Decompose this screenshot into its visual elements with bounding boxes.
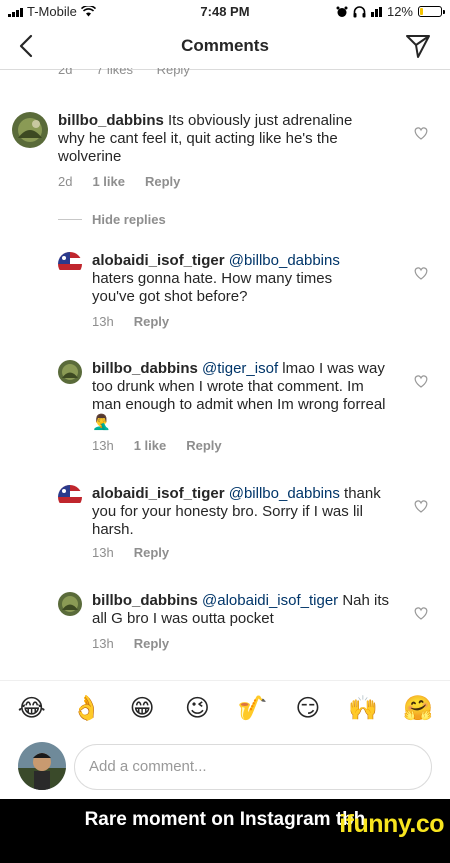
comment-time: 13h — [92, 438, 114, 453]
comment-username[interactable]: alobaidi_isof_tiger — [92, 485, 225, 502]
ok-hand-emoji-icon[interactable]: 👌 — [69, 694, 105, 723]
status-bar: T-Mobile 7:48 PM 12% — [0, 0, 450, 22]
alarm-icon — [336, 6, 348, 17]
comment-body: alobaidi_isof_tiger @billbo_dabbins than… — [92, 485, 396, 539]
comment-meta: 13h 1 like Reply — [92, 438, 222, 453]
comment-time: 2d — [58, 174, 73, 189]
reply-button[interactable]: Reply — [134, 314, 169, 329]
mention-link[interactable]: @billbo_dabbins — [229, 252, 340, 269]
avatar[interactable] — [12, 112, 48, 148]
comment-meta: 13h Reply — [92, 314, 169, 329]
battery-percent: 12% — [386, 4, 413, 19]
like-heart-icon[interactable] — [413, 125, 429, 141]
emoji-quick-bar: 😂 👌 😁 😉 🎷 😏 🙌 🤗 — [0, 680, 450, 736]
mention-link[interactable]: @alobaidi_isof_tiger — [202, 592, 338, 609]
divider-line — [58, 219, 82, 220]
reply-button[interactable]: Reply — [134, 636, 169, 651]
comment-username[interactable]: billbo_dabbins — [58, 112, 164, 129]
page-title: Comments — [181, 36, 269, 55]
comment-body: billbo_dabbins @tiger_isof lmao I was wa… — [92, 360, 392, 432]
reply-button[interactable]: Reply — [145, 174, 180, 189]
ifunny-watermark: ifunny.co — [339, 810, 444, 838]
mention-link[interactable]: @billbo_dabbins — [229, 485, 340, 502]
like-heart-icon[interactable] — [413, 373, 429, 389]
comment-meta: 2d 1 like Reply — [58, 174, 180, 189]
hide-replies-button[interactable]: Hide replies — [58, 212, 166, 227]
avatar[interactable] — [58, 252, 82, 276]
avatar[interactable] — [58, 360, 82, 384]
comment-time: 13h — [92, 545, 114, 560]
comment-time: 13h — [92, 636, 114, 651]
avatar[interactable] — [58, 485, 82, 509]
battery-icon — [418, 6, 445, 17]
status-right: 12% — [336, 4, 445, 19]
reply-button[interactable]: Reply — [134, 545, 169, 560]
hugging-emoji-icon[interactable]: 🤗 — [400, 694, 436, 723]
raised-hands-emoji-icon[interactable]: 🙌 — [345, 694, 381, 723]
comment-body: billbo_dabbins @alobaidi_isof_tiger Nah … — [92, 592, 392, 628]
comment-username[interactable]: alobaidi_isof_tiger — [92, 252, 225, 269]
comment-input[interactable]: Add a comment... — [74, 744, 432, 790]
watermark-strip — [0, 841, 450, 863]
comment-text: haters gonna hate. How many times you've… — [92, 270, 333, 305]
hide-replies-label: Hide replies — [92, 212, 166, 227]
comment-likes[interactable]: 1 like — [134, 438, 167, 453]
comment-meta: 13h Reply — [92, 636, 169, 651]
avatar[interactable] — [58, 592, 82, 616]
headphones-icon — [353, 5, 366, 17]
saxophone-emoji-icon[interactable]: 🎷 — [235, 694, 271, 723]
reply-button[interactable]: Reply — [186, 438, 221, 453]
smirking-emoji-icon[interactable]: 😏 — [290, 694, 326, 723]
mention-link[interactable]: @tiger_isof — [202, 360, 278, 377]
tears-of-joy-emoji-icon[interactable]: 😂 — [14, 694, 50, 723]
current-user-avatar — [18, 742, 66, 790]
comment-meta: 13h Reply — [92, 545, 169, 560]
comment-body: alobaidi_isof_tiger @billbo_dabbins hate… — [92, 252, 372, 306]
comment-time: 2d — [58, 68, 73, 77]
reply-button[interactable]: Reply — [157, 68, 190, 77]
comment-username[interactable]: billbo_dabbins — [92, 592, 198, 609]
comment-likes[interactable]: 7 likes — [96, 68, 133, 77]
like-heart-icon[interactable] — [413, 498, 429, 514]
like-heart-icon[interactable] — [413, 605, 429, 621]
like-heart-icon[interactable] — [413, 265, 429, 281]
grinning-emoji-icon[interactable]: 😁 — [124, 694, 160, 723]
winking-emoji-icon[interactable]: 😉 — [179, 694, 215, 723]
comment-time: 13h — [92, 314, 114, 329]
nav-bar: Comments — [0, 22, 450, 70]
direct-share-icon[interactable] — [404, 32, 432, 60]
comment-body: billbo_dabbins Its obviously just adrena… — [58, 112, 368, 166]
comment-username[interactable]: billbo_dabbins — [92, 360, 198, 377]
comment-likes[interactable]: 1 like — [92, 174, 125, 189]
signal-strength-icon — [370, 6, 382, 17]
previous-comment-meta: 2d 7 likes Reply — [58, 68, 210, 80]
comment-composer: Add a comment... — [0, 736, 450, 798]
